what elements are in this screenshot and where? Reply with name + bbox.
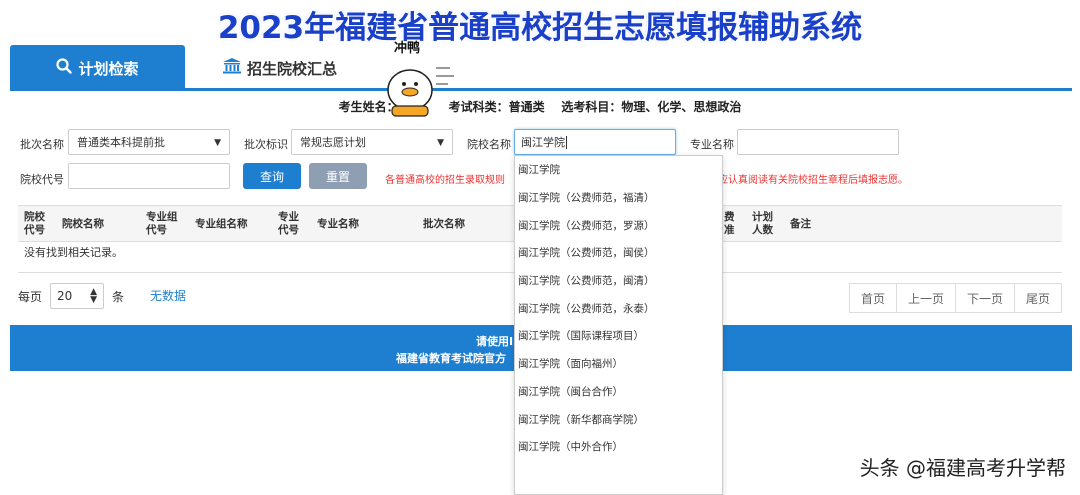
th-school-name[interactable]: 院校名称 — [62, 206, 132, 242]
svg-text:冲鸭: 冲鸭 — [394, 40, 420, 56]
page-size-control: 每页 20 ▲ ▼ 条 — [18, 283, 124, 309]
query-button[interactable]: 查询 — [243, 163, 301, 189]
th-group-name[interactable]: 专业组名称 — [195, 206, 265, 242]
th-major-name[interactable]: 专业名称 — [317, 206, 387, 242]
major-name-label: 专业名称 — [690, 138, 734, 151]
first-page-button[interactable]: 首页 — [848, 283, 897, 313]
page-size-value: 20 — [57, 289, 73, 303]
suggestion-item[interactable]: 闽江学院（面向福州） — [515, 350, 722, 378]
major-name-input[interactable] — [737, 129, 899, 155]
th-remarks[interactable]: 备注 — [790, 206, 830, 242]
batch-flag-label: 批次标识 — [244, 138, 288, 151]
notice-text-left: 各普通高校的招生录取规则 — [385, 175, 505, 186]
suggestion-item[interactable]: 闽江学院（国际课程项目） — [515, 322, 722, 350]
school-suggestion-dropdown: 闽江学院 闽江学院（公费师范，福清） 闽江学院（公费师范，罗源） 闽江学院（公费… — [514, 155, 723, 495]
suggestion-item[interactable]: 闽江学院（公费师范，福清） — [515, 184, 722, 212]
no-data-label: 无数据 — [150, 289, 187, 303]
school-name-label: 院校名称 — [467, 138, 511, 151]
elective-label: 选考科目： — [561, 100, 622, 114]
subject-category-label: 考试科类： — [448, 100, 509, 114]
suggestion-item[interactable]: 闽江学院（公费师范，闽清） — [515, 267, 722, 295]
spinner-icon: ▲ ▼ — [90, 287, 98, 305]
footer-line-2: 福建省教育考试院官方 — [396, 352, 506, 365]
batch-select[interactable]: 普通类本科提前批 ▼ — [68, 129, 230, 155]
school-name-input-value: 闽江学院 — [521, 136, 565, 149]
th-fee-standard[interactable]: 费准 — [724, 206, 738, 242]
search-icon — [56, 58, 73, 78]
batch-label: 批次名称 — [20, 138, 64, 151]
caret-down-icon: ▼ — [437, 138, 444, 148]
student-info-line: 考生姓名： 考试科类：普通类 选考科目：物理、化学、思想政治 — [0, 98, 1080, 115]
pagination: 首页 上一页 下一页 尾页 — [848, 283, 1062, 313]
tab-school-summary-label: 招生院校汇总 — [246, 59, 337, 78]
empty-records-message: 没有找到相关记录。 — [24, 246, 123, 259]
batch-select-value: 普通类本科提前批 — [77, 136, 165, 149]
th-batch-name[interactable]: 批次名称 — [423, 206, 493, 242]
page-size-select[interactable]: 20 ▲ ▼ — [50, 283, 105, 309]
school-name-input[interactable]: 闽江学院 — [514, 129, 676, 155]
suggestion-item[interactable]: 闽江学院（公费师范，永泰） — [515, 294, 722, 322]
tab-school-summary[interactable]: 招生院校汇总 — [200, 45, 360, 91]
last-page-button[interactable]: 尾页 — [1013, 283, 1062, 313]
next-page-button[interactable]: 下一页 — [954, 283, 1015, 313]
batch-flag-select[interactable]: 常规志愿计划 ▼ — [291, 129, 453, 155]
per-page-unit: 条 — [112, 289, 125, 304]
th-school-code[interactable]: 院校代号 — [24, 206, 48, 242]
per-page-label: 每页 — [18, 289, 43, 304]
suggestion-item[interactable]: 闽江学院（中外合作） — [515, 433, 722, 461]
prev-page-button[interactable]: 上一页 — [895, 283, 956, 313]
th-group-code[interactable]: 专业组代号 — [146, 206, 182, 242]
suggestion-item[interactable]: 闽江学院（公费师范，闽侯） — [515, 239, 722, 267]
elective-value: 物理、化学、思想政治 — [621, 100, 742, 114]
caret-down-icon: ▼ — [214, 138, 221, 148]
school-code-input[interactable] — [68, 163, 230, 189]
th-plan-count[interactable]: 计划人数 — [752, 206, 776, 242]
page-title: 2023年福建省普通高校招生志愿填报辅助系统 — [217, 10, 863, 46]
text-cursor — [566, 135, 567, 149]
suggestion-item[interactable]: 闽江学院（新华都商学院） — [515, 405, 722, 433]
reset-button[interactable]: 重置 — [309, 163, 367, 189]
notice-text-right: 生应认真阅读有关院校招生章程后填报志愿。 — [708, 175, 908, 186]
batch-flag-select-value: 常规志愿计划 — [300, 136, 366, 149]
subject-category-value: 普通类 — [508, 100, 545, 114]
school-code-label: 院校代号 — [20, 173, 64, 186]
institution-icon — [222, 58, 241, 78]
suggestion-item[interactable]: 闽江学院（闽台合作） — [515, 378, 722, 406]
th-major-code[interactable]: 专业代号 — [278, 206, 302, 242]
tab-bar: 计划检索 招生院校汇总 — [10, 45, 1072, 91]
student-name-label: 考生姓名： — [338, 100, 399, 114]
suggestion-item[interactable]: 闽江学院 — [515, 156, 722, 184]
watermark-text: 头条 @福建高考升学帮 — [859, 456, 1066, 480]
tab-plan-search[interactable]: 计划检索 — [10, 45, 185, 91]
tab-plan-search-label: 计划检索 — [78, 59, 139, 78]
suggestion-item[interactable]: 闽江学院（公费师范，罗源） — [515, 211, 722, 239]
